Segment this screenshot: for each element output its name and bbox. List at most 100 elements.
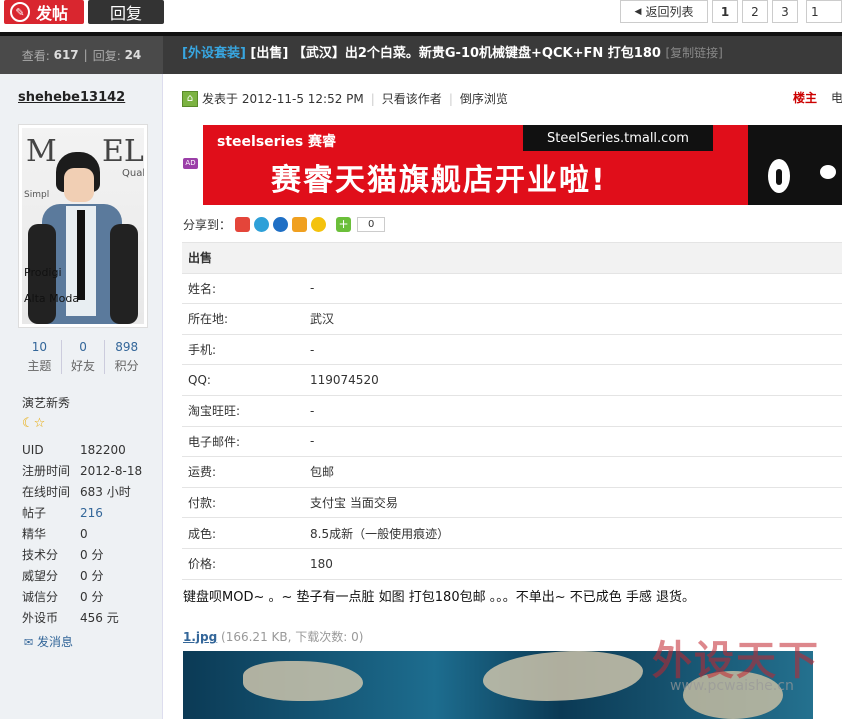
post-button[interactable]: ✎ 发帖 <box>4 0 84 24</box>
info-row: 外设币 456 元 <box>22 608 142 629</box>
copy-link-button[interactable]: [复制链接] <box>665 46 722 60</box>
tencent-weibo-share-icon[interactable] <box>254 217 270 232</box>
info-key: 技术分 <box>22 548 59 562</box>
info-key: 精华 <box>22 527 47 541</box>
thread-title-text: [出售] 【武汉】出2个白菜。新贵G-10机械键盘+QCK+FN 打包180 <box>250 46 661 61</box>
posts-link[interactable]: 216 <box>80 503 103 524</box>
post-button-label: 发帖 <box>36 4 69 23</box>
avatar-text-6: Alta Moda <box>24 292 80 305</box>
send-message-link[interactable]: ✉ 发消息 <box>24 633 73 650</box>
info-value: 0 <box>80 527 88 541</box>
post-header: ⌂ 发表于 2012-11-5 12:52 PM | 只看该作者 | 倒序浏览 <box>182 90 508 107</box>
edit-icon: ✎ <box>10 2 30 22</box>
avatar-text-5: Prodigi <box>24 266 62 279</box>
count-value: 898 <box>115 340 139 354</box>
views-count: 617 <box>53 48 79 62</box>
table-value: 包邮 <box>304 456 842 488</box>
count-friends[interactable]: 0 好友 <box>62 340 106 374</box>
count-points[interactable]: 898 积分 <box>105 340 148 374</box>
weibo-share-icon[interactable] <box>235 217 251 232</box>
back-arrow-icon: ◀ <box>634 6 642 17</box>
attachment-link[interactable]: 1.jpg <box>183 630 217 644</box>
table-row: QQ: 119074520 <box>182 364 842 396</box>
replies-count: 24 <box>124 48 142 62</box>
photo-blob <box>483 651 643 701</box>
photo-blob <box>243 661 363 701</box>
info-value: 2012-8-18 <box>80 464 143 478</box>
count-label: 主题 <box>27 359 52 373</box>
avatar-face <box>64 168 94 202</box>
page-1[interactable]: 1 <box>712 0 738 23</box>
info-row: 威望分 0 分 <box>22 566 142 587</box>
table-row: 手机: - <box>182 334 842 366</box>
table-key: 手机: <box>182 334 304 366</box>
banner-brand: steelseries 赛睿 <box>217 134 337 150</box>
author-username[interactable]: shehebe13142 <box>18 90 125 105</box>
thread-category-link[interactable]: [外设套装] <box>182 46 246 61</box>
pengyou-share-icon[interactable] <box>311 217 327 232</box>
info-row: 诚信分 0 分 <box>22 587 142 608</box>
info-value: 0 分 <box>80 590 104 604</box>
share-label: 分享到： <box>183 218 232 232</box>
floor-label: 楼主 <box>793 91 818 105</box>
count-threads[interactable]: 10 主题 <box>18 340 62 374</box>
avatar-image: M EL Quali Simpl Prodigi Alta Moda <box>22 128 144 324</box>
send-message-label: 发消息 <box>37 635 74 649</box>
table-row: 姓名: - <box>182 273 842 305</box>
envelope-icon: ✉ <box>24 636 34 649</box>
info-key: 威望分 <box>22 569 59 583</box>
only-author-link[interactable]: 只看该作者 <box>382 90 442 107</box>
ad-banner[interactable]: steelseries 赛睿 SteelSeries.tmall.com 赛睿天… <box>203 125 842 205</box>
count-value: 0 <box>79 340 87 354</box>
watermark-url: www.pcwaishe.cn <box>670 678 794 694</box>
back-to-list-label: 返回列表 <box>645 5 694 19</box>
author-info: UID 182200 注册时间 2012-8-18 在线时间 683 小时 帖子 216… <box>22 440 142 629</box>
renren-share-icon[interactable] <box>273 217 289 232</box>
cat-pupil-left <box>776 169 782 185</box>
qzone-share-icon[interactable] <box>292 217 308 232</box>
table-key: 价格: <box>182 548 304 580</box>
share-bar: 分享到： + 0 <box>183 216 386 233</box>
avatar-sleeve-right <box>110 224 138 324</box>
table-header: 出售 <box>182 242 842 274</box>
rank-stars-icon: ☾☆ <box>22 416 46 431</box>
table-row: 电子邮件: - <box>182 426 842 458</box>
info-key: 外设币 <box>22 611 59 625</box>
table-key: 姓名: <box>182 273 304 305</box>
post-body: 键盘呗MOD~ 。~ 垫子有一点脏 如图 打包180包邮 。。。不单出~ 不已成… <box>183 590 696 605</box>
info-key: 在线时间 <box>22 485 71 499</box>
floor-extra[interactable]: 电 <box>831 89 842 106</box>
online-status-icon: ⌂ <box>182 90 198 107</box>
ad-badge: AD <box>183 158 198 169</box>
back-to-list-button[interactable]: ◀ 返回列表 <box>620 0 708 23</box>
table-row: 付款: 支付宝 当面交易 <box>182 487 842 519</box>
table-value: 武汉 <box>304 303 842 335</box>
more-share-icon[interactable]: + <box>336 217 352 232</box>
table-value: 支付宝 当面交易 <box>304 487 842 519</box>
page-2[interactable]: 2 <box>742 0 768 23</box>
info-row: 精华 0 <box>22 524 142 545</box>
table-row: 成色: 8.5成新（一般使用痕迹） <box>182 517 842 549</box>
info-value: 683 小时 <box>80 485 131 499</box>
info-row: UID 182200 <box>22 440 142 461</box>
info-value: 456 元 <box>80 611 119 625</box>
avatar-text-1: M <box>26 134 57 169</box>
table-key: 付款: <box>182 487 304 519</box>
share-count: 0 <box>357 217 386 232</box>
reverse-order-link[interactable]: 倒序浏览 <box>460 90 508 107</box>
posted-label: 发表于 <box>202 92 239 106</box>
avatar[interactable]: M EL Quali Simpl Prodigi Alta Moda <box>18 124 148 328</box>
author-counts: 10 主题 0 好友 898 积分 <box>18 340 148 374</box>
table-value: 8.5成新（一般使用痕迹） <box>304 517 842 549</box>
info-row: 帖子 216 <box>22 503 142 524</box>
page-jump-input[interactable]: 1 <box>806 0 842 23</box>
page-3[interactable]: 3 <box>772 0 798 23</box>
banner-headline: 赛睿天猫旗舰店开业啦! <box>271 163 607 198</box>
info-key: UID <box>22 443 44 457</box>
reply-button[interactable]: 回复 <box>88 0 164 24</box>
info-value: 182200 <box>80 443 126 457</box>
replies-label: 回复: <box>92 48 121 63</box>
table-key: QQ: <box>182 364 304 396</box>
table-value: 119074520 <box>304 364 842 396</box>
sale-info-table: 出售 姓名: - 所在地: 武汉 手机: - QQ: 119074520 淘宝旺旺: - … <box>182 242 842 580</box>
